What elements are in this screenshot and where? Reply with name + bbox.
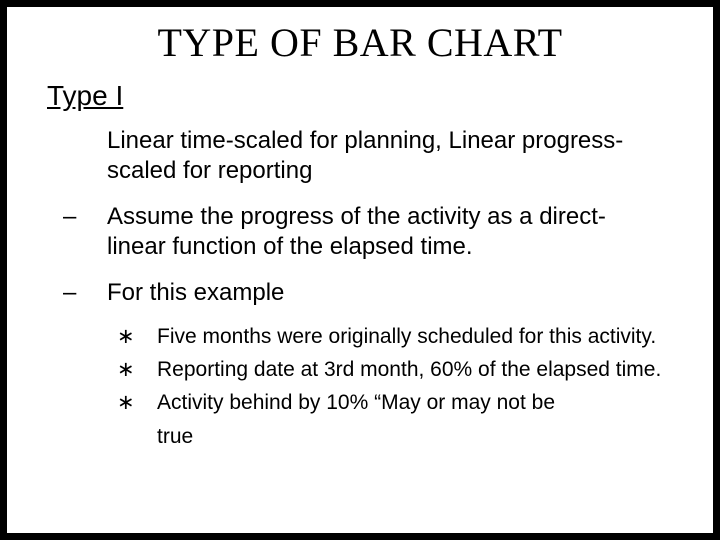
asterisk-icon: ∗ (137, 390, 157, 415)
subbullet-text: Reporting date at 3rd month, 60% of the … (157, 358, 661, 381)
asterisk-icon: ∗ (137, 357, 157, 382)
subbullet-activity-behind: ∗Activity behind by 10% “May or may not … (137, 390, 663, 415)
slide-frame: TYPE OF BAR CHART Type I Linear time-sca… (0, 0, 720, 540)
bullet-assume: –Assume the progress of the activity as … (85, 202, 663, 262)
asterisk-icon: ∗ (137, 324, 157, 349)
subbullet-text: Five months were originally scheduled fo… (157, 325, 656, 348)
subbullet-text: Activity behind by 10% “May or may not b… (157, 391, 555, 414)
dash-icon: – (85, 202, 107, 232)
dash-icon: – (85, 278, 107, 308)
subbullet-reporting-date: ∗Reporting date at 3rd month, 60% of the… (137, 357, 663, 382)
bullet-text: For this example (107, 279, 284, 306)
cutoff-text: true (157, 424, 673, 449)
slide-title: TYPE OF BAR CHART (47, 19, 673, 66)
bullet-text: Assume the progress of the activity as a… (107, 203, 606, 260)
intro-text: Linear time-scaled for planning, Linear … (107, 126, 663, 186)
subbullet-five-months: ∗Five months were originally scheduled f… (137, 324, 663, 349)
bullet-example: –For this example (85, 278, 663, 308)
type-heading: Type I (47, 80, 673, 112)
